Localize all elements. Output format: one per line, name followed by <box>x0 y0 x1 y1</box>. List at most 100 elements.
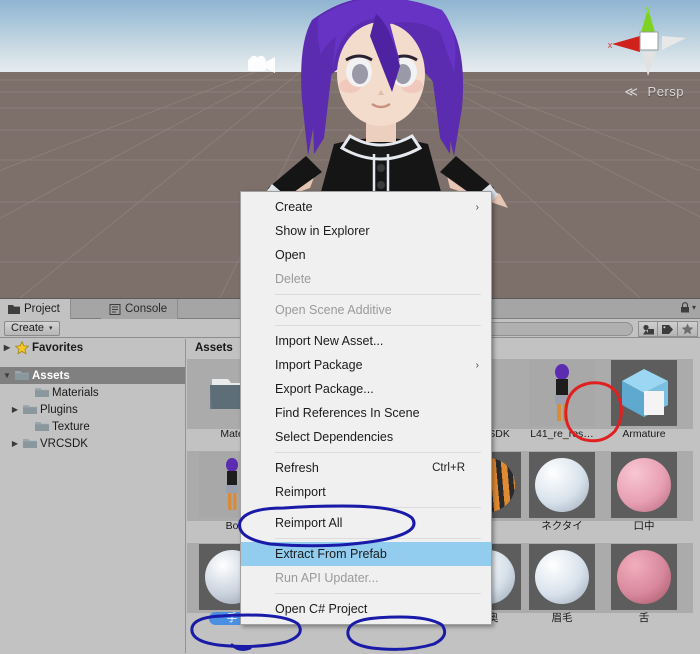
menu-item-label: Extract From Prefab <box>275 547 387 561</box>
tree-item-label: Favorites <box>32 341 84 354</box>
asset-context-menu[interactable]: Create › Show in Explorer Open Delete Op… <box>240 191 492 625</box>
create-button-label: Create <box>11 322 45 334</box>
tab-console-label: Console <box>125 303 168 315</box>
chevron-right-icon[interactable]: ▶ <box>2 343 12 352</box>
asset-label-wrap: 眉毛 <box>523 612 601 625</box>
tab-project[interactable]: Project <box>0 299 71 319</box>
tree-item-texture[interactable]: Texture <box>0 418 185 435</box>
asset-thumbnail <box>608 359 680 427</box>
tree-item-assets[interactable]: ▼ Assets <box>0 367 185 384</box>
project-folder-tree[interactable]: ▶ Favorites ▼ Assets Materials ▶ Plugins <box>0 339 186 653</box>
chevron-down-icon: ▾ <box>49 325 53 332</box>
projection-mode-label[interactable]: Persp <box>648 84 684 99</box>
material-sphere <box>535 550 589 604</box>
material-sphere <box>617 550 671 604</box>
asset-item-eyebrow[interactable]: 眉毛 <box>523 543 601 631</box>
tree-item-label: VRCSDK <box>40 437 88 450</box>
console-icon <box>109 303 121 315</box>
menu-item-label: Show in Explorer <box>275 224 370 238</box>
create-button[interactable]: Create ▾ <box>4 320 60 336</box>
lock-icon[interactable] <box>680 302 690 313</box>
asset-item-label: 口中 <box>633 520 655 532</box>
menu-item-label: Select Dependencies <box>275 430 394 444</box>
menu-item-label: Find References In Scene <box>275 406 420 420</box>
menu-item-reimport-all[interactable]: Reimport All <box>241 511 491 535</box>
svg-text:x: x <box>608 40 613 50</box>
chevron-right-icon: › <box>475 359 479 371</box>
chevron-right-icon: › <box>475 201 479 213</box>
unity-editor-window: y x ≪ Persp Project Console ▾ Create ▾ ▶… <box>0 0 700 654</box>
asset-item-label: Armature <box>622 428 666 440</box>
asset-item-label: L41_re_res… <box>530 428 594 440</box>
tree-item-favorites[interactable]: ▶ Favorites <box>0 339 185 356</box>
asset-thumbnail <box>526 359 598 427</box>
folder-icon <box>15 371 29 380</box>
menu-item-open[interactable]: Open <box>241 243 491 267</box>
menu-item-label: Open <box>275 248 306 262</box>
menu-item-label: Refresh <box>275 461 319 475</box>
menu-item-extract-from-prefab[interactable]: Extract From Prefab <box>241 542 491 566</box>
menu-item-open-scene-additive: Open Scene Additive <box>241 298 491 322</box>
menu-separator <box>275 294 481 295</box>
asset-label-wrap: L41_re_res… <box>523 428 601 441</box>
asset-label-wrap: ネクタイ <box>523 520 601 533</box>
chevron-down-icon[interactable]: ▼ <box>2 371 12 380</box>
chevron-down-icon[interactable]: ▾ <box>692 303 696 312</box>
asset-item-prefab[interactable]: L41_re_res… <box>523 359 601 447</box>
project-lock-control[interactable]: ▾ <box>680 302 696 313</box>
menu-item-import-new-asset[interactable]: Import New Asset... <box>241 329 491 353</box>
chevron-right-icon[interactable]: ▶ <box>10 405 20 414</box>
folder-icon <box>23 439 37 448</box>
prefab-preview <box>529 360 595 426</box>
folder-icon <box>8 304 20 314</box>
tree-item-plugins[interactable]: ▶ Plugins <box>0 401 185 418</box>
asset-item-necktie[interactable]: ネクタイ <box>523 451 601 539</box>
menu-separator <box>275 452 481 453</box>
material-preview <box>529 544 595 610</box>
menu-item-delete: Delete <box>241 267 491 291</box>
avatar-preview-icon <box>555 364 569 421</box>
favorite-star-icon[interactable] <box>678 321 698 337</box>
menu-separator <box>275 507 481 508</box>
material-preview <box>611 452 677 518</box>
asset-type-filter-icon[interactable] <box>638 321 658 337</box>
chevron-right-icon[interactable]: ▶ <box>10 439 20 448</box>
menu-item-refresh[interactable]: Refresh Ctrl+R <box>241 456 491 480</box>
tree-item-vrcsdk[interactable]: ▶ VRCSDK <box>0 435 185 452</box>
scene-axis-gizmo[interactable]: y x <box>604 2 692 88</box>
menu-item-import-package[interactable]: Import Package › <box>241 353 491 377</box>
tree-item-label: Assets <box>32 369 70 382</box>
menu-item-reimport[interactable]: Reimport <box>241 480 491 504</box>
asset-item-armature[interactable]: Armature <box>605 359 683 447</box>
menu-item-label: Create <box>275 200 313 214</box>
menu-item-export-package[interactable]: Export Package... <box>241 377 491 401</box>
folder-icon <box>23 405 37 414</box>
menu-item-show-in-explorer[interactable]: Show in Explorer <box>241 219 491 243</box>
asset-item-tongue[interactable]: 舌 <box>605 543 683 631</box>
menu-item-label: Export Package... <box>275 382 374 396</box>
tab-console[interactable]: Console <box>101 299 179 319</box>
menu-item-create[interactable]: Create › <box>241 195 491 219</box>
asset-item-label: 眉毛 <box>551 612 573 624</box>
tree-item-materials[interactable]: Materials <box>0 384 185 401</box>
menu-item-select-dependencies[interactable]: Select Dependencies <box>241 425 491 449</box>
asset-item-mouth[interactable]: 口中 <box>605 451 683 539</box>
menu-item-shortcut: Ctrl+R <box>432 462 465 474</box>
asset-thumbnail <box>608 451 680 519</box>
menu-separator <box>275 538 481 539</box>
projection-toggle-arrow[interactable]: ≪ <box>624 84 638 100</box>
menu-separator <box>275 325 481 326</box>
folder-icon <box>35 422 49 431</box>
asset-item-label: ネクタイ <box>541 520 583 532</box>
menu-item-open-csharp-project[interactable]: Open C# Project <box>241 597 491 621</box>
menu-item-label: Open Scene Additive <box>275 303 392 317</box>
tree-item-label: Materials <box>52 386 99 399</box>
asset-item-label: 舌 <box>638 612 650 624</box>
menu-item-label: Reimport <box>275 485 326 499</box>
asset-thumbnail <box>608 543 680 611</box>
menu-item-label: Reimport All <box>275 516 343 530</box>
menu-item-find-references-in-scene[interactable]: Find References In Scene <box>241 401 491 425</box>
label-filter-icon[interactable] <box>658 321 678 337</box>
material-preview <box>529 452 595 518</box>
